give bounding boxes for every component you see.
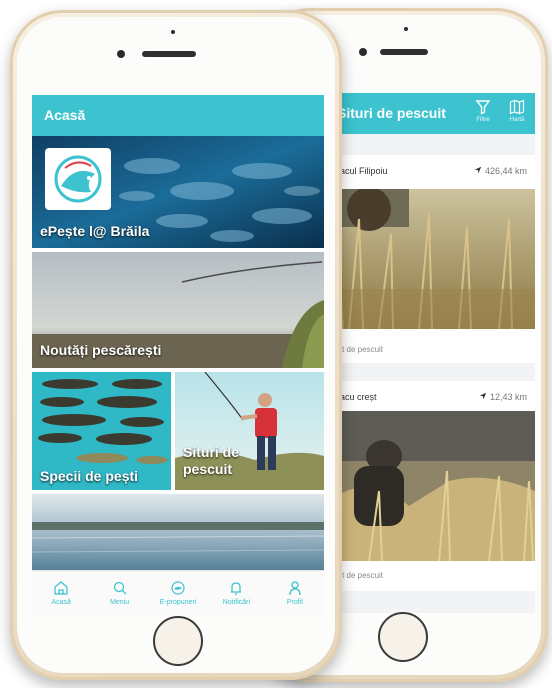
bottom-navigation: Acasă Meniu E-propuneri Notificări Profi… bbox=[32, 570, 324, 615]
search-icon bbox=[113, 581, 127, 595]
home-icon bbox=[54, 581, 68, 595]
earpiece-speaker bbox=[380, 49, 428, 55]
home-button[interactable] bbox=[378, 612, 428, 662]
nav-profile-label: Profil bbox=[286, 599, 303, 606]
site-card-distance-value: 12,43 km bbox=[489, 392, 527, 402]
map-label: Hartă bbox=[509, 117, 525, 123]
profile-icon bbox=[289, 581, 301, 596]
nav-notifications[interactable]: Notificări bbox=[207, 571, 265, 615]
fishing-spots-tile-label: Situri de pescuit bbox=[183, 444, 240, 477]
nav-profile[interactable]: Profil bbox=[266, 571, 324, 615]
nav-e-propuneri-label: E-propuneri bbox=[159, 599, 197, 606]
site-card-type: Sit de pescuit bbox=[335, 345, 384, 354]
home-appbar: Acasă bbox=[32, 95, 324, 136]
sensor-dot bbox=[171, 30, 175, 34]
nav-home-label: Acasă bbox=[51, 599, 71, 606]
phone-front: Acasă ePește l@ Brăila Noutăți pescăreșt… bbox=[10, 10, 342, 680]
front-camera bbox=[117, 50, 125, 58]
filter-button[interactable]: Filtre bbox=[467, 99, 499, 123]
fisherman-photo-illustration bbox=[329, 411, 535, 562]
reeds-photo-illustration bbox=[329, 187, 535, 330]
filter-icon bbox=[475, 100, 491, 115]
nav-notifications-label: Notificări bbox=[222, 599, 251, 606]
sensor-dot bbox=[404, 27, 408, 31]
nav-menu-label: Meniu bbox=[110, 599, 130, 606]
site-card-type: Sit de pescuit bbox=[335, 571, 384, 580]
map-button[interactable]: Hartă bbox=[501, 99, 533, 123]
navigation-arrow-icon bbox=[480, 392, 487, 400]
species-tile-label: Specii de pești bbox=[40, 468, 139, 484]
sites-title: Situri de pescuit bbox=[337, 105, 446, 121]
nav-home[interactable]: Acasă bbox=[32, 571, 90, 615]
lake-tile[interactable] bbox=[32, 494, 324, 574]
nav-e-propuneri[interactable]: E-propuneri bbox=[149, 571, 207, 615]
site-card-distance: 426,44 km bbox=[474, 166, 527, 176]
home-screen: Acasă ePește l@ Brăila Noutăți pescăreșt… bbox=[32, 95, 324, 615]
species-tile[interactable]: Specii de pești bbox=[32, 372, 171, 490]
navigation-arrow-icon bbox=[475, 166, 482, 174]
filter-label: Filtre bbox=[476, 117, 490, 123]
site-card[interactable]: Lacu creșt 12,43 km Sit de pescuit bbox=[329, 381, 535, 591]
site-card-distance: 12,43 km bbox=[479, 392, 527, 402]
sites-screen: Situri de pescuit Filtre Hartă Lacul Fil… bbox=[329, 93, 535, 613]
site-card-distance-value: 426,44 km bbox=[484, 166, 527, 176]
site-photo-fisherman bbox=[329, 411, 535, 562]
home-title: Acasă bbox=[44, 107, 86, 123]
brand-tile-label: ePește l@ Brăila bbox=[40, 223, 150, 239]
site-card-title: Lacul Filipoiu bbox=[335, 166, 388, 176]
app-logo bbox=[45, 148, 111, 210]
news-tile-label: Noutăți pescărești bbox=[40, 342, 162, 358]
sites-appbar: Situri de pescuit Filtre Hartă bbox=[329, 93, 535, 134]
logo-fish-icon bbox=[54, 155, 102, 203]
fishing-spots-tile[interactable]: Situri de pescuit bbox=[175, 372, 324, 490]
brand-tile[interactable]: ePește l@ Brăila bbox=[32, 136, 324, 248]
home-button[interactable] bbox=[153, 616, 203, 666]
front-camera bbox=[359, 48, 367, 56]
map-icon bbox=[509, 99, 525, 115]
bell-icon bbox=[231, 582, 242, 595]
fish-icon bbox=[171, 581, 185, 595]
nav-menu[interactable]: Meniu bbox=[90, 571, 148, 615]
news-tile[interactable]: Noutăți pescărești bbox=[32, 252, 324, 368]
site-card[interactable]: Lacul Filipoiu 426,44 km Sit de pescuit bbox=[329, 155, 535, 363]
lake-background bbox=[32, 494, 324, 574]
site-photo-reeds bbox=[329, 187, 535, 330]
earpiece-speaker bbox=[142, 51, 196, 57]
